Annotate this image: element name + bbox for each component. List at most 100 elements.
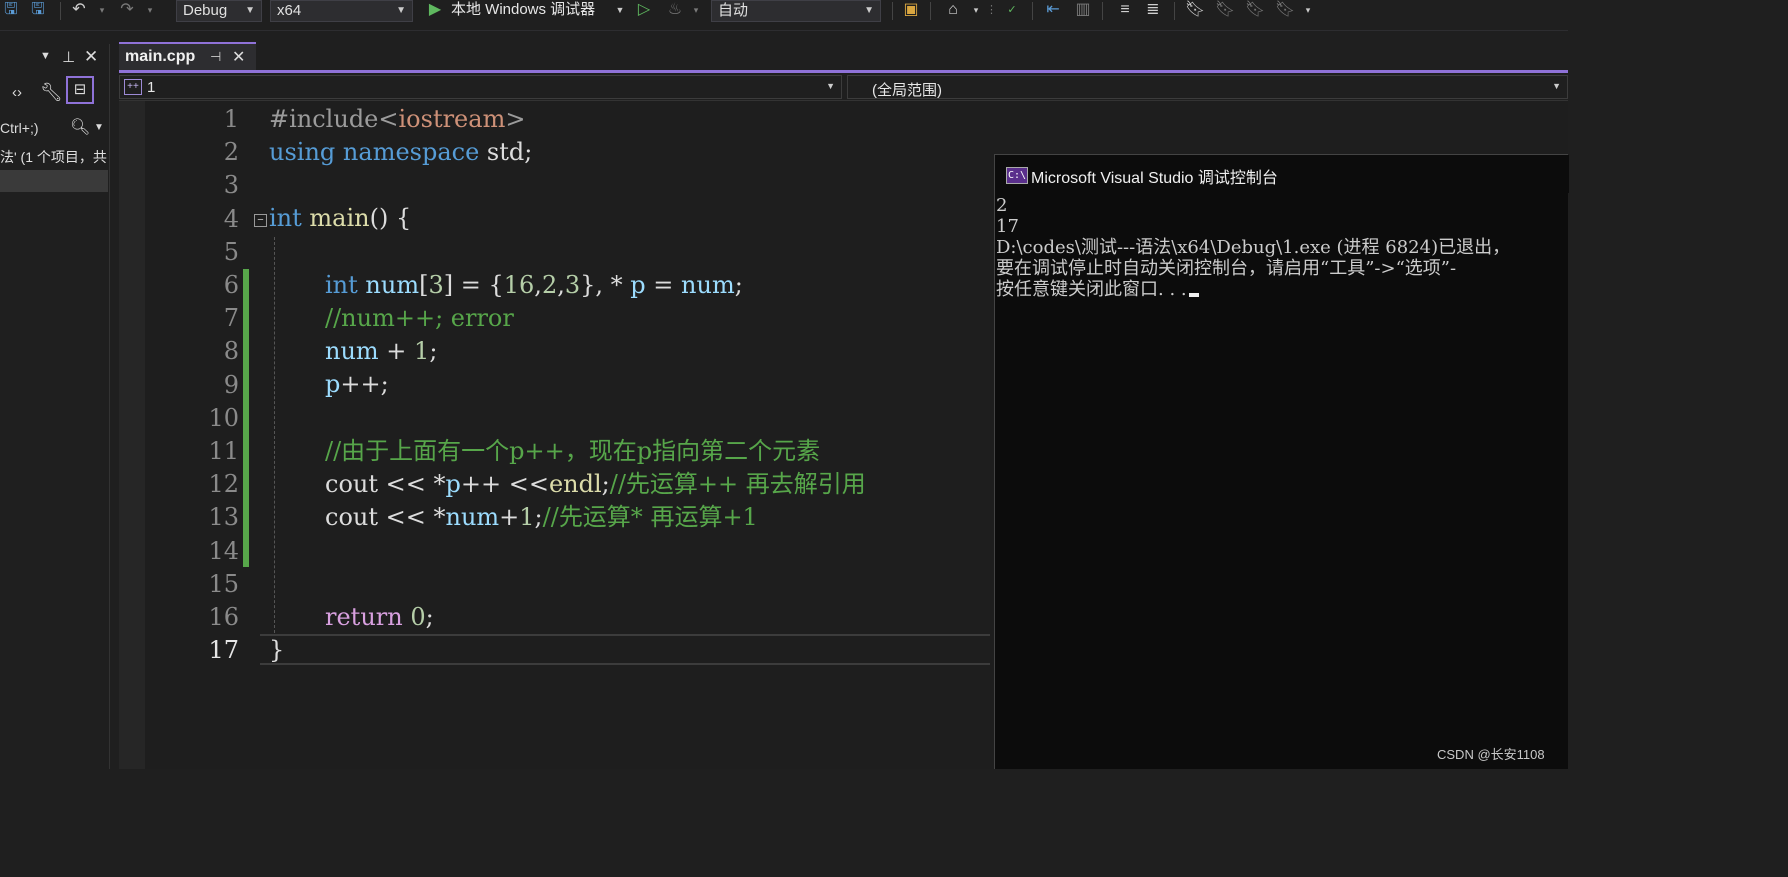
code-line-2: using namespace std; (269, 138, 533, 166)
bookmark-icon[interactable]: 🔖︎ (1184, 0, 1206, 22)
undo-dropdown-icon[interactable]: ▾ (96, 0, 108, 22)
collapse-icon[interactable]: − (254, 214, 267, 227)
redo-dropdown-icon[interactable]: ▾ (144, 0, 156, 22)
scope-name: (全局范围) (872, 82, 942, 99)
main-toolbar: 🖫 🖫 ↶ ▾ ↷ ▾ Debug ▼ x64 ▼ ▶ 本地 Windows 调… (0, 0, 1568, 31)
code-line-11: //由于上面有一个p++，现在p指向第二个元素 (325, 437, 821, 465)
code-line-1: #include<iostream> (269, 105, 526, 133)
navigate-icon[interactable]: ⌂ (942, 0, 964, 22)
panel-menu-chevron-icon[interactable]: ▼ (40, 50, 51, 62)
solution-config-value: 自动 (718, 2, 749, 19)
tab-label: main.cpp (125, 48, 196, 65)
toolbar-separator (1032, 2, 1033, 20)
platform-value: x64 (277, 2, 302, 19)
save-icon[interactable]: 🖫 (2, 0, 20, 22)
pin-tab-icon[interactable]: ⊣ (210, 49, 221, 65)
run-debugger-button[interactable]: 本地 Windows 调试器 (451, 0, 595, 22)
code-view-icon[interactable]: ‹› (12, 84, 22, 101)
bookmark-prev-icon[interactable]: 🔖︎ (1214, 0, 1236, 22)
code-line-4: int main() { (269, 204, 412, 232)
toolbar-separator (892, 2, 893, 20)
chevron-down-icon: ▼ (94, 122, 104, 133)
hot-reload-icon[interactable]: ♨ (664, 0, 686, 22)
console-output-line: D:\codes\测试---语法\x64\Debug\1.exe (进程 682… (996, 237, 1511, 258)
line-number: 15 (208, 569, 239, 598)
tab-accent-line (119, 70, 1568, 73)
indent-icon[interactable]: ⇤ (1042, 0, 1064, 22)
start-without-debug-icon[interactable]: ▷ (635, 0, 653, 22)
project-icon: ++ (124, 79, 142, 95)
undo-icon[interactable]: ↶ (68, 0, 90, 22)
save-all-icon[interactable]: 🖫 (28, 0, 48, 22)
search-hint: Ctrl+;) (0, 120, 39, 136)
current-line-highlight (260, 634, 990, 665)
navigate-dropdown-icon[interactable]: ▾ (970, 0, 982, 22)
line-number: 5 (223, 237, 239, 266)
console-output-line: 按任意键关闭此窗口. . . (996, 279, 1199, 300)
chevron-down-icon: ▼ (826, 81, 835, 91)
console-output-line: 2 (996, 195, 1008, 216)
line-number: 6 (223, 271, 239, 299)
code-line-6: int num[3] = {16,2,3}, * p = num; (325, 271, 743, 299)
play-icon[interactable]: ▶ (426, 0, 444, 22)
console-title-bar[interactable]: C:\ Microsoft Visual Studio 调试控制台 (995, 155, 1569, 193)
line-number: 12 (208, 470, 239, 499)
wrench-icon[interactable]: 🔧︎ (40, 82, 63, 103)
solution-explorer-panel: ▼ ⊥ ✕ ‹› 🔧︎ ⊟ Ctrl+;) 🔍︎ ▼ 法' (1 个项目，共 (0, 44, 110, 769)
code-line-8: num + 1; (325, 337, 438, 365)
indent-guide (274, 237, 275, 633)
solution-search-input[interactable]: Ctrl+;) 🔍︎ ▼ (0, 116, 108, 140)
pin-icon[interactable]: ⊥ (62, 48, 75, 66)
debug-console-window[interactable]: C:\ Microsoft Visual Studio 调试控制台 2 17 D… (994, 154, 1569, 769)
scope-dropdown[interactable]: (全局范围) ▼ (847, 75, 1568, 99)
solution-config-select[interactable]: 自动 ▼ (711, 0, 881, 22)
close-tab-icon[interactable]: ✕ (232, 47, 245, 67)
toolbar-separator (60, 2, 61, 20)
line-number: 11 (208, 437, 239, 465)
bookmark-clear-icon[interactable]: 🔖︎ (1274, 0, 1296, 22)
watermark: CSDN @长安1108 (1437, 747, 1545, 762)
redo-icon[interactable]: ↷ (116, 0, 138, 22)
code-line-9: p++; (325, 370, 389, 398)
hot-reload-dropdown-icon[interactable]: ▾ (690, 0, 702, 22)
search-icon: 🔍︎ (70, 119, 91, 136)
line-number: 14 (208, 536, 239, 565)
spell-check-icon[interactable]: ✓ (1000, 0, 1024, 22)
console-app-icon: C:\ (1006, 167, 1028, 184)
code-line-16: return 0; (325, 603, 434, 631)
line-number: 8 (223, 337, 239, 366)
platform-select[interactable]: x64 ▼ (270, 0, 413, 22)
chevron-down-icon: ▼ (1552, 81, 1561, 91)
navigation-bar: ++ 1 ▼ (全局范围) ▼ (119, 74, 1568, 101)
outdent-icon[interactable]: ▥ (1072, 0, 1094, 22)
project-dropdown[interactable]: ++ 1 ▼ (119, 75, 842, 99)
line-number: 1 (223, 105, 239, 133)
tab-main-cpp[interactable]: main.cpp ⊣ ✕ (119, 42, 256, 70)
line-number: 10 (208, 403, 239, 432)
configuration-value: Debug (183, 2, 228, 19)
toolbar-separator (1174, 2, 1175, 20)
solution-node[interactable]: 法' (1 个项目，共 (0, 144, 108, 170)
line-number: 3 (223, 171, 239, 200)
text-cursor (1188, 293, 1199, 297)
document-tab-bar: main.cpp ⊣ ✕ (119, 42, 1568, 72)
chevron-down-icon: ▼ (396, 5, 406, 16)
console-title: Microsoft Visual Studio 调试控制台 (1031, 170, 1278, 187)
show-all-files-icon[interactable]: ⊟ (66, 76, 94, 104)
line-number: 13 (208, 503, 239, 532)
bookmark-next-icon[interactable]: 🔖︎ (1244, 0, 1266, 22)
line-number: 17 (208, 636, 239, 665)
project-name: 1 (147, 79, 156, 96)
console-prompt-text: 按任意键关闭此窗口. . . (996, 279, 1187, 300)
open-folder-icon[interactable]: ▣ (900, 0, 922, 22)
comment-icon[interactable]: ≡ (1114, 0, 1136, 22)
close-icon[interactable]: ✕ (84, 47, 98, 67)
run-dropdown-icon[interactable]: ▼ (614, 0, 626, 22)
toolbar-separator (1102, 2, 1103, 20)
configuration-select[interactable]: Debug ▼ (176, 0, 262, 22)
toolbar-overflow-icon[interactable]: ▾ (1302, 0, 1314, 22)
console-output-line: 17 (996, 216, 1019, 237)
selected-row[interactable] (0, 170, 108, 192)
uncomment-icon[interactable]: ≣ (1142, 0, 1164, 22)
chevron-down-icon: ▼ (864, 5, 874, 16)
